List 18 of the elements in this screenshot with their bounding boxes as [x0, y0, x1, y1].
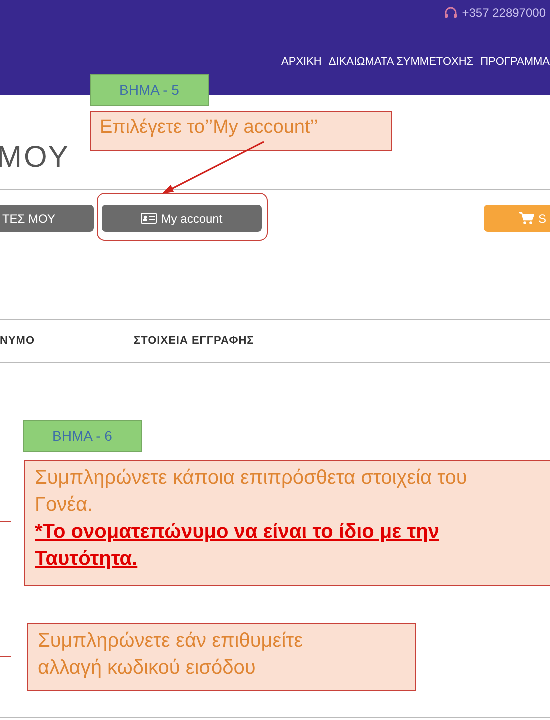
column-header: ΝΥΜΟ [0, 334, 35, 349]
step-label: ΒΗΜΑ - 6 [23, 420, 142, 452]
account-button[interactable]: My account [102, 205, 262, 232]
leader-line [0, 521, 11, 522]
callout-note: Επιλέγετε το’’My account’’ [90, 111, 392, 151]
step-label: ΒΗΜΑ - 5 [90, 74, 209, 106]
nav-link-item[interactable]: ΑΡΧΙΚΗ [282, 54, 322, 70]
callout-note: Συμπληρώνετε εάν επιθυμείτε αλλαγή κωδικού εισόδου [27, 623, 416, 691]
callout-note: Συμπληρώνετε κάποια επιπρόσθετα στοιχεία του Γονέα. *Το ονοματεπώνυμο να είναι το ίδιο με την Ταυτότητα. [24, 460, 550, 586]
nav-link-item[interactable]: ΠΡΟΓΡΑΜΜΑ [480, 54, 550, 70]
phone-number: +357 22897000 [462, 5, 546, 22]
id-card-icon [141, 213, 158, 224]
nav-button[interactable]: ΤΕΣ ΜΟΥ [0, 205, 94, 232]
cart-icon [519, 212, 534, 225]
column-header: ΣΤΟΙΧΕΙΑ ΕΓΓΡΑΦΗΣ [134, 334, 254, 349]
leader-line [0, 656, 11, 657]
headset-icon [444, 6, 458, 20]
nav-link-item[interactable]: ΔΙΚΑΙΩΜΑΤΑ ΣΥΜΜΕΤΟΧΗΣ [328, 54, 474, 70]
